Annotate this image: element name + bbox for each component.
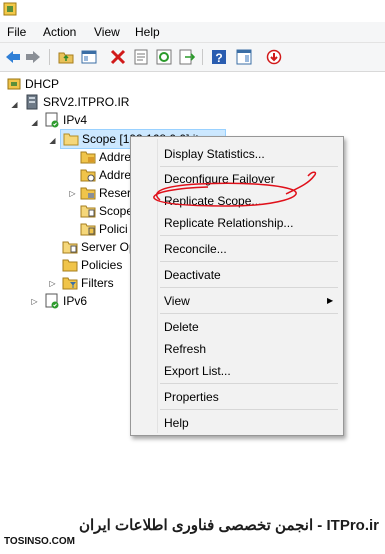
console-pane-icon[interactable] [235, 48, 252, 65]
help-icon[interactable]: ? [210, 48, 227, 65]
tree-label-dhcp: DHCP [25, 77, 60, 91]
tree-node-filters[interactable]: Filters [62, 274, 114, 292]
menu-file[interactable]: File [7, 25, 26, 39]
tree-label-server: SRV2.ITPRO.IR [43, 95, 130, 109]
svg-text:?: ? [215, 51, 222, 65]
dhcp-app-icon [3, 2, 17, 16]
tree-node-dhcp[interactable]: DHCP [6, 75, 59, 93]
folder-icon [63, 131, 79, 147]
show-hide-tree-icon[interactable] [80, 48, 97, 65]
watermark-site-text: TOSINSO.COM [4, 536, 75, 547]
menu-item-refresh[interactable]: Refresh [164, 342, 206, 356]
menu-item-display-statistics[interactable]: Display Statistics... [164, 147, 265, 161]
menu-separator [160, 235, 338, 236]
tree-node-address-pool[interactable]: Addre [80, 148, 131, 166]
filter-icon [62, 275, 78, 291]
tree-node-server-options[interactable]: Server Op [62, 238, 136, 256]
ipv6-icon [44, 293, 60, 309]
address-leases-icon [80, 167, 96, 183]
policies-icon [80, 221, 96, 237]
delete-icon[interactable] [109, 48, 126, 65]
address-pool-icon [80, 149, 96, 165]
server-icon [24, 94, 40, 110]
toolbar-separator [202, 49, 203, 65]
expand-collapse-icon[interactable]: ▷ [68, 189, 77, 198]
server-options-icon [62, 239, 78, 255]
tree-node-policies-scope[interactable]: Polici [80, 220, 128, 238]
export-list-icon[interactable] [178, 48, 195, 65]
watermark-persian-text: ITPro.ir - انجمن تخصصی فناوری اطلاعات ای… [78, 517, 379, 534]
tree-node-ipv4[interactable]: IPv4 [44, 111, 87, 129]
title-bar [0, 0, 385, 22]
forward-icon[interactable] [24, 48, 41, 65]
menu-gutter [157, 139, 158, 433]
tree-label-scope-options: Scope [99, 204, 134, 218]
expand-collapse-icon[interactable]: ▷ [30, 297, 39, 306]
dhcp-server-icon [6, 76, 22, 92]
toolbar-separator [49, 49, 50, 65]
menu-item-deactivate[interactable]: Deactivate [164, 268, 221, 282]
stop-icon[interactable] [265, 48, 282, 65]
submenu-arrow-icon: ▶ [327, 296, 334, 305]
menu-separator [160, 287, 338, 288]
menu-item-export-list[interactable]: Export List... [164, 364, 231, 378]
tree-label-policies: Policies [81, 258, 123, 272]
menu-separator [160, 383, 338, 384]
menu-help[interactable]: Help [135, 25, 160, 39]
tree-node-ipv6[interactable]: IPv6 [44, 292, 87, 310]
tree-node-scope-options[interactable]: Scope [80, 202, 133, 220]
reservations-icon [80, 185, 96, 201]
menu-bar: File Action View Help [0, 22, 385, 43]
menu-separator [160, 261, 338, 262]
menu-item-help[interactable]: Help [164, 416, 189, 430]
expand-collapse-icon[interactable]: ◢ [30, 118, 39, 127]
menu-view[interactable]: View [94, 25, 120, 39]
scope-options-icon [80, 203, 96, 219]
properties-icon[interactable] [132, 48, 149, 65]
menu-item-reconcile[interactable]: Reconcile... [164, 242, 227, 256]
menu-item-properties[interactable]: Properties [164, 390, 219, 404]
tree-node-reservations[interactable]: Reser [80, 184, 131, 202]
tree-label-policies-scope: Polici [99, 222, 128, 236]
menu-separator [160, 166, 338, 167]
tree-node-address-leases[interactable]: Addre [80, 166, 131, 184]
menu-item-delete[interactable]: Delete [164, 320, 199, 334]
menu-item-deconfigure-failover[interactable]: Deconfigure Failover [164, 172, 275, 186]
expand-collapse-icon[interactable]: ▷ [48, 279, 57, 288]
up-folder-icon[interactable] [57, 48, 74, 65]
back-icon[interactable] [4, 48, 21, 65]
tree-label-server-options: Server Op [81, 240, 136, 254]
refresh-icon[interactable] [155, 48, 172, 65]
menu-separator [160, 409, 338, 410]
tree-label-ipv4: IPv4 [63, 113, 88, 127]
ipv4-icon [44, 112, 60, 128]
tree-label-filters: Filters [81, 276, 114, 290]
menu-item-replicate-relationship[interactable]: Replicate Relationship... [164, 216, 293, 230]
tree-label-address-pool: Addre [99, 150, 132, 164]
tree-node-server[interactable]: SRV2.ITPRO.IR [24, 93, 129, 111]
expand-collapse-icon[interactable]: ◢ [10, 100, 19, 109]
tree-label-address-leases: Addre [99, 168, 132, 182]
menu-item-replicate-scope[interactable]: Replicate Scope... [164, 194, 261, 208]
menu-separator [160, 313, 338, 314]
menu-item-view[interactable]: View [164, 294, 190, 308]
menu-action[interactable]: Action [43, 25, 76, 39]
tree-node-policies[interactable]: Policies [62, 256, 122, 274]
context-menu: Display Statistics... Deconfigure Failov… [130, 136, 344, 436]
toolbar: ? [0, 43, 385, 72]
tree-label-ipv6: IPv6 [63, 294, 88, 308]
watermark: ITPro.ir - انجمن تخصصی فناوری اطلاعات ای… [0, 508, 385, 552]
tree-label-reservations: Reser [99, 186, 132, 200]
policies-folder-icon [62, 257, 78, 273]
expand-collapse-icon[interactable]: ◢ [48, 136, 57, 145]
